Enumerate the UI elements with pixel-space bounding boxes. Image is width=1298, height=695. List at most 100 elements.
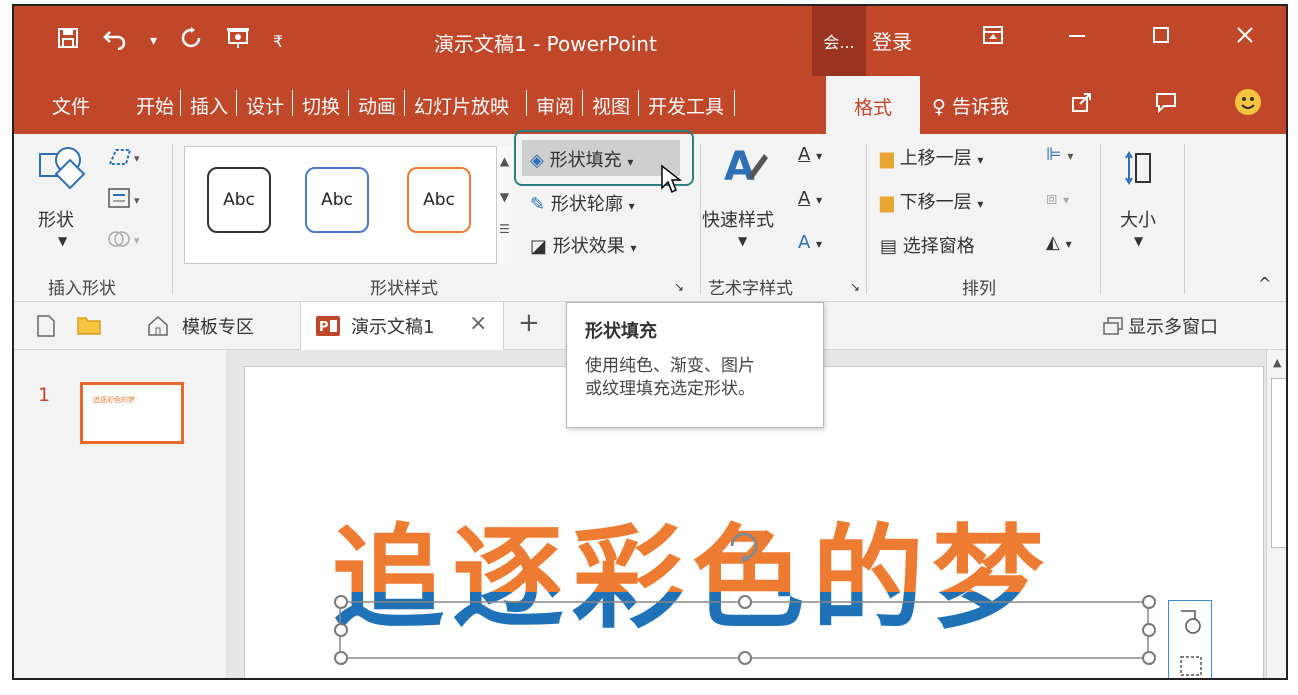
tab-separator: [404, 90, 405, 116]
scroll-up-icon[interactable]: ▲: [1273, 356, 1281, 369]
group-objects-icon[interactable]: ⧈ ▾: [1046, 188, 1069, 209]
multi-window-icon[interactable]: [1102, 316, 1124, 340]
shapes-icon[interactable]: [36, 144, 86, 200]
customize-toolbar-icon[interactable]: ₹: [273, 32, 283, 51]
shapes-button[interactable]: 形状: [38, 206, 74, 232]
group-divider: [1184, 144, 1185, 294]
maximize-icon[interactable]: [1150, 24, 1172, 52]
art-text-launcher-icon[interactable]: ↘: [850, 280, 860, 294]
group-divider: [866, 144, 867, 294]
shapes-dropdown-icon[interactable]: ▼: [58, 234, 67, 248]
tab-design[interactable]: 设计: [246, 92, 284, 119]
tab-home[interactable]: 开始: [136, 92, 174, 119]
tell-me-label: 告诉我: [951, 96, 1009, 118]
style-preset-black[interactable]: Abc: [207, 167, 271, 233]
tab-separator: [236, 90, 237, 116]
resize-handle[interactable]: [1142, 651, 1156, 665]
tab-separator: [348, 90, 349, 116]
login-button[interactable]: 登录: [872, 26, 912, 55]
gallery-more-icon[interactable]: ☰: [497, 222, 512, 236]
tab-file[interactable]: 文件: [52, 92, 90, 119]
tab-format[interactable]: 格式: [826, 76, 920, 136]
add-tab-icon[interactable]: +: [518, 308, 540, 338]
shape-fill-button[interactable]: ◈ 形状填充 ▾: [530, 146, 633, 172]
share-icon[interactable]: [1070, 90, 1094, 119]
smiley-feedback-icon[interactable]: [1234, 88, 1262, 121]
shape-effect-button[interactable]: ◪ 形状效果 ▾: [530, 232, 637, 258]
undo-icon[interactable]: [102, 26, 128, 56]
tooltip-title: 形状填充: [585, 321, 657, 342]
multi-window-button[interactable]: 显示多窗口: [1128, 313, 1218, 339]
gallery-down-icon[interactable]: ▼: [497, 190, 512, 204]
tab-slideshow[interactable]: 幻灯片放映: [414, 92, 509, 119]
style-preset-orange[interactable]: Abc: [407, 167, 471, 233]
ribbon-display-options-icon[interactable]: [982, 24, 1004, 52]
quick-style-dropdown-icon[interactable]: ▼: [738, 234, 747, 248]
account-badge[interactable]: 会...: [812, 6, 866, 76]
resize-handle[interactable]: [1142, 595, 1156, 609]
close-icon[interactable]: [1234, 24, 1256, 52]
bring-forward-button[interactable]: ▆ 上移一层 ▾: [880, 144, 983, 170]
chevron-down-icon: ▾: [977, 153, 984, 167]
send-backward-button[interactable]: ▆ 下移一层 ▾: [880, 188, 983, 214]
size-dropdown-icon[interactable]: ▼: [1134, 234, 1143, 248]
selection-pane-button[interactable]: ▤ 选择窗格: [880, 232, 975, 258]
shape-style-launcher-icon[interactable]: ↘: [674, 280, 684, 294]
gallery-scroll[interactable]: ▲ ▼ ☰: [496, 146, 512, 264]
document-tab[interactable]: P 演示文稿1 ×: [300, 302, 504, 350]
merge-shapes-icon[interactable]: ▾: [106, 226, 146, 256]
chevron-down-icon: ▾: [628, 199, 635, 213]
resize-handle[interactable]: [334, 623, 348, 637]
gallery-up-icon[interactable]: ▲: [497, 154, 512, 168]
tab-separator: [180, 90, 181, 116]
size-icon[interactable]: [1124, 148, 1156, 192]
undo-dropdown-icon[interactable]: ▾: [150, 33, 157, 49]
quick-style-button[interactable]: 快速样式: [702, 206, 774, 232]
new-document-icon[interactable]: [36, 314, 56, 342]
shape-outline-button[interactable]: ✎ 形状轮廓 ▾: [530, 190, 635, 216]
edit-shape-icon[interactable]: ▾: [106, 144, 146, 174]
tab-review[interactable]: 审阅: [536, 92, 574, 119]
quick-style-icon[interactable]: A: [722, 142, 770, 196]
resize-handle[interactable]: [1142, 623, 1156, 637]
resize-handle[interactable]: [334, 651, 348, 665]
text-fill-icon[interactable]: A ▾: [798, 144, 822, 165]
resize-handle[interactable]: [738, 651, 752, 665]
text-box-icon[interactable]: ▾: [106, 186, 146, 216]
tell-me-search[interactable]: ♀ 告诉我: [932, 92, 1009, 119]
layout-options-icon[interactable]: [1179, 609, 1203, 639]
minimize-icon[interactable]: [1066, 24, 1088, 52]
redo-icon[interactable]: [179, 26, 203, 56]
tab-animations[interactable]: 动画: [358, 92, 396, 119]
open-folder-icon[interactable]: [76, 314, 102, 340]
collapse-ribbon-icon[interactable]: ^: [1258, 274, 1271, 293]
home-icon[interactable]: [146, 314, 170, 342]
comments-icon[interactable]: [1154, 90, 1178, 119]
rotate-icon[interactable]: ◭ ▾: [1046, 232, 1072, 253]
chevron-down-icon: ▾: [630, 241, 637, 255]
effect-icon: ◪: [530, 236, 548, 257]
tab-transitions[interactable]: 切换: [302, 92, 340, 119]
format-shape-icon[interactable]: [1179, 655, 1203, 678]
shape-style-group-label: 形状样式: [370, 279, 438, 299]
align-icon[interactable]: ⊫ ▾: [1046, 144, 1073, 165]
slide-thumbnail[interactable]: 追逐彩色的梦: [80, 382, 184, 444]
bring-forward-label: 上移一层: [899, 148, 972, 169]
tab-separator: [292, 90, 293, 116]
art-text-group-label: 艺术字样式: [708, 279, 793, 299]
text-effect-icon[interactable]: A ▾: [798, 232, 822, 253]
scrollbar-thumb[interactable]: [1271, 378, 1286, 548]
text-outline-icon[interactable]: A ▾: [798, 188, 822, 209]
slideshow-start-icon[interactable]: [225, 26, 251, 56]
close-tab-icon[interactable]: ×: [469, 311, 487, 336]
tab-view[interactable]: 视图: [592, 92, 630, 119]
tab-insert[interactable]: 插入: [190, 92, 228, 119]
resize-handle[interactable]: [738, 595, 752, 609]
save-icon[interactable]: [56, 26, 80, 56]
resize-handle[interactable]: [334, 595, 348, 609]
template-zone-tab[interactable]: 模板专区: [182, 313, 254, 339]
tab-developer[interactable]: 开发工具: [648, 92, 724, 119]
size-button[interactable]: 大小: [1120, 206, 1156, 232]
style-preset-blue[interactable]: Abc: [305, 167, 369, 233]
vertical-scrollbar[interactable]: ▲: [1266, 350, 1286, 678]
